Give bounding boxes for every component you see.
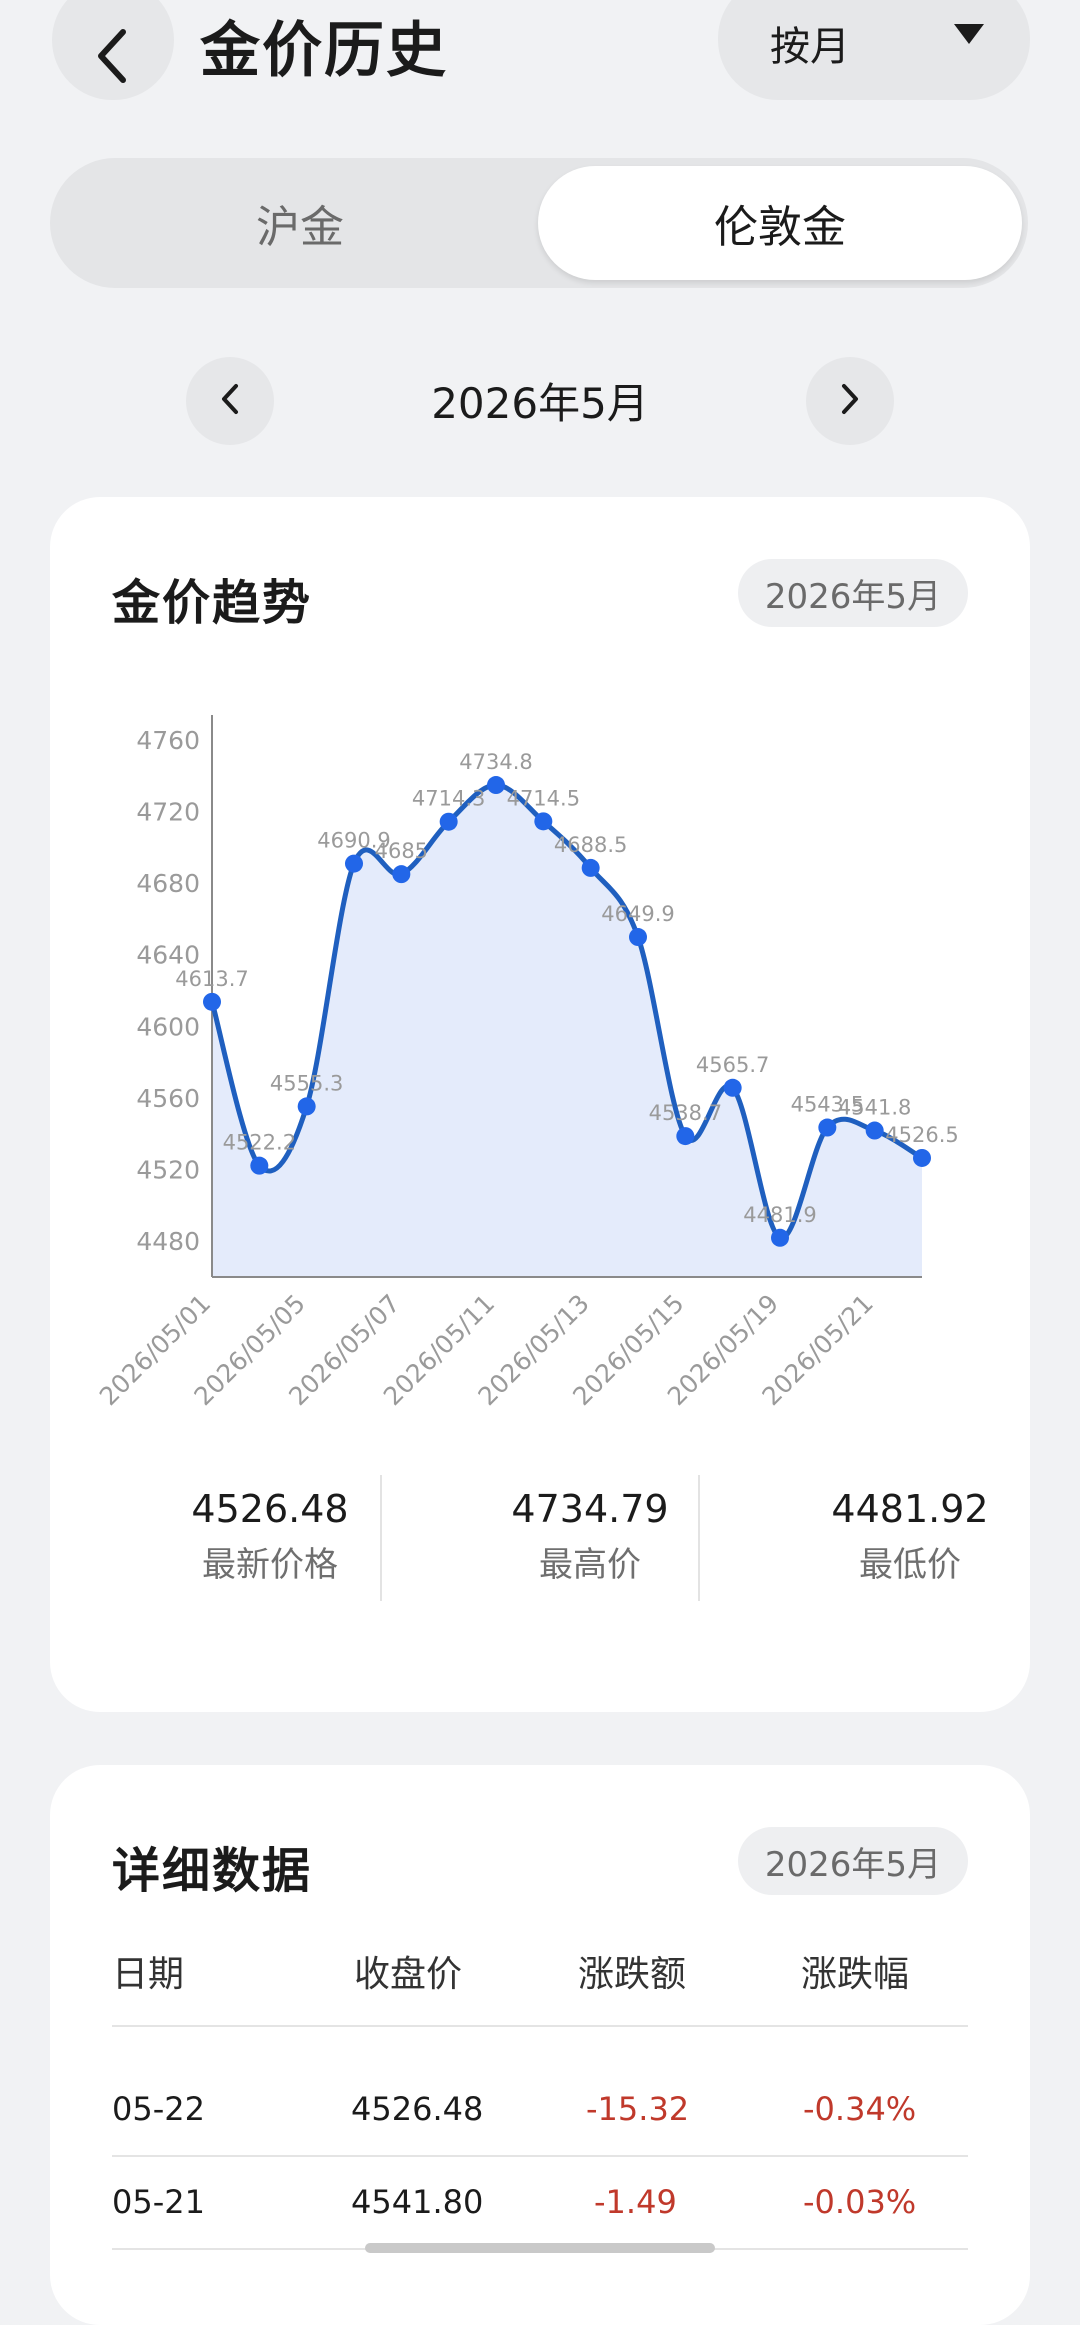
price-trend-chart: 448045204560460046404680472047602026/05/… <box>94 715 959 1411</box>
row-date: 05-21 <box>112 2183 205 2221</box>
row-date: 05-22 <box>112 2090 205 2128</box>
data-point <box>250 1156 269 1175</box>
period-select[interactable]: 按月 <box>718 0 1030 100</box>
stat-low-label: 最低价 <box>859 1545 961 1585</box>
data-label: 4522.2 <box>223 1131 296 1155</box>
stat-latest-value: 4526.48 <box>191 1487 349 1531</box>
data-point <box>203 992 221 1011</box>
row-close: 4526.48 <box>351 2090 484 2128</box>
y-tick-label: 4680 <box>136 869 200 898</box>
data-point <box>629 928 647 947</box>
data-label: 4526.5 <box>885 1123 958 1147</box>
row-change: -1.49 <box>594 2183 677 2221</box>
column-header-pct: 涨跌幅 <box>801 1954 910 1995</box>
page-title: 金价历史 <box>200 16 448 86</box>
data-label: 4649.9 <box>601 902 674 926</box>
home-indicator[interactable] <box>365 2243 715 2253</box>
data-label: 4714.3 <box>412 787 485 811</box>
month-label: 2026年5月 <box>431 379 649 428</box>
data-point <box>865 1121 884 1140</box>
y-tick-label: 4640 <box>136 941 200 970</box>
stat-high: 4734.79 最高价 <box>440 1487 740 1586</box>
stat-low-value: 4481.92 <box>831 1487 989 1531</box>
row-close: 4541.80 <box>351 2183 484 2221</box>
table-divider <box>112 2025 968 2027</box>
data-point <box>297 1097 316 1116</box>
trend-card: 金价趋势 2026年5月 4480 4520 4560 4600 4640 4680 472… <box>50 497 1030 1712</box>
row-pct: -0.03% <box>803 2183 917 2221</box>
prev-month-button[interactable] <box>186 357 274 445</box>
data-point <box>771 1228 789 1247</box>
stat-latest: 4526.48 最新价格 <box>120 1487 420 1586</box>
detail-period-tag: 2026年5月 <box>738 1827 968 1895</box>
column-header-date: 日期 <box>112 1954 185 1995</box>
data-label: 4481.9 <box>743 1203 816 1227</box>
y-tick-label: 4720 <box>136 798 200 827</box>
y-tick-label: 4600 <box>136 1012 200 1041</box>
data-point <box>581 858 600 877</box>
data-label: 4688.5 <box>554 833 627 857</box>
chevron-left-icon <box>219 382 241 420</box>
stat-high-label: 最高价 <box>539 1545 641 1585</box>
row-change: -15.32 <box>586 2090 690 2128</box>
chevron-left-icon <box>93 26 133 90</box>
data-label: 4541.8 <box>838 1096 911 1120</box>
data-label: 4555.3 <box>270 1071 343 1095</box>
data-point <box>676 1127 695 1146</box>
data-label: 4734.8 <box>459 750 532 774</box>
y-tick-label: 4760 <box>136 726 200 755</box>
back-button[interactable] <box>52 0 174 100</box>
chevron-right-icon <box>839 382 861 420</box>
data-point <box>723 1078 742 1097</box>
next-month-button[interactable] <box>806 357 894 445</box>
data-label: 4613.7 <box>175 967 248 991</box>
data-point <box>439 812 458 831</box>
stat-low: 4481.92 最低价 <box>760 1487 1060 1586</box>
caret-down-icon <box>952 22 986 50</box>
data-point <box>392 865 411 884</box>
tab-shanghai-gold[interactable]: 沪金 <box>58 166 542 280</box>
stat-latest-label: 最新价格 <box>202 1545 338 1585</box>
data-point <box>534 812 553 831</box>
row-pct: -0.34% <box>803 2090 917 2128</box>
data-label: 4685 <box>375 839 428 863</box>
detail-card: 详细数据 2026年5月 <box>50 1765 1030 2325</box>
tab-london-gold[interactable]: 伦敦金 <box>538 166 1022 280</box>
data-point <box>913 1148 931 1167</box>
stat-divider <box>380 1475 382 1601</box>
period-select-label: 按月 <box>770 24 850 70</box>
data-label: 4538.7 <box>649 1101 722 1125</box>
data-point <box>345 854 363 873</box>
y-tick-label: 4480 <box>136 1227 200 1256</box>
y-tick-label: 4560 <box>136 1084 200 1113</box>
stat-high-value: 4734.79 <box>511 1487 669 1531</box>
column-header-change: 涨跌额 <box>578 1954 687 1995</box>
data-label: 4714.5 <box>507 786 580 810</box>
data-point <box>818 1118 837 1137</box>
y-tick-label: 4520 <box>136 1156 200 1185</box>
detail-card-title: 详细数据 <box>112 1843 313 1899</box>
stat-divider <box>698 1475 700 1601</box>
column-header-close: 收盘价 <box>354 1954 463 1995</box>
data-label: 4565.7 <box>696 1053 769 1077</box>
market-segmented-control: 沪金 伦敦金 <box>50 158 1028 288</box>
data-point <box>487 776 505 795</box>
table-divider <box>112 2155 968 2157</box>
